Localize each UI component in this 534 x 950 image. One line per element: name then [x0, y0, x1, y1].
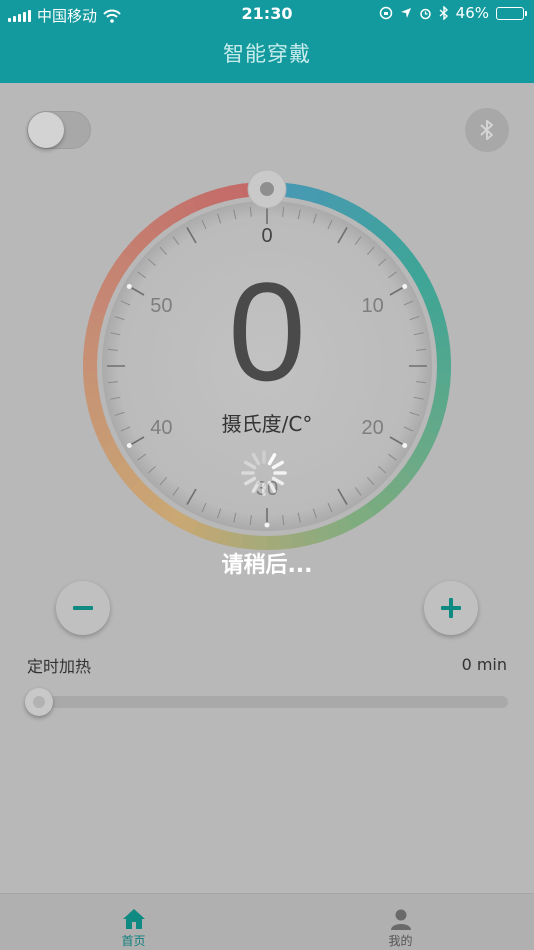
decrease-button[interactable] — [56, 581, 110, 635]
dial-scale-label: 20 — [362, 417, 384, 439]
dial-scale-label: 0 — [261, 225, 272, 247]
dial-scale-label: 50 — [150, 295, 172, 317]
timer-slider-thumb[interactable] — [25, 688, 53, 716]
timer-value: 0 min — [461, 655, 507, 674]
temperature-unit: 摄氏度/C° — [222, 412, 313, 436]
dial-marker-dot — [264, 522, 270, 528]
dial-handle[interactable] — [247, 169, 287, 209]
timer-slider[interactable] — [27, 696, 508, 708]
temperature-value: 0 — [228, 253, 306, 410]
tab-home-label: 首页 — [121, 934, 146, 948]
tab-profile-label: 我的 — [388, 934, 413, 948]
dial-marker-dot — [402, 284, 408, 289]
home-icon — [122, 909, 145, 929]
plus-icon — [441, 598, 461, 618]
user-icon — [390, 909, 411, 930]
increase-button[interactable] — [424, 581, 478, 635]
tab-profile[interactable]: 我的 — [267, 894, 534, 950]
timer-label: 定时加热 — [27, 657, 92, 676]
dial-scale-label: 10 — [362, 295, 384, 317]
tab-home[interactable]: 首页 — [0, 894, 267, 950]
dial-marker-dot — [402, 443, 408, 448]
dial-handle-inner — [260, 182, 274, 196]
dial-marker-dot — [126, 284, 132, 289]
minus-icon — [73, 606, 93, 610]
dial-scale-label: 40 — [150, 417, 172, 439]
temperature-dial[interactable]: 01020304050 0 摄氏度/C° — [0, 0, 534, 600]
tab-bar: 首页 我的 — [0, 893, 534, 950]
dial-marker-dot — [126, 443, 132, 448]
loading-text: 请稍后... — [221, 553, 313, 578]
